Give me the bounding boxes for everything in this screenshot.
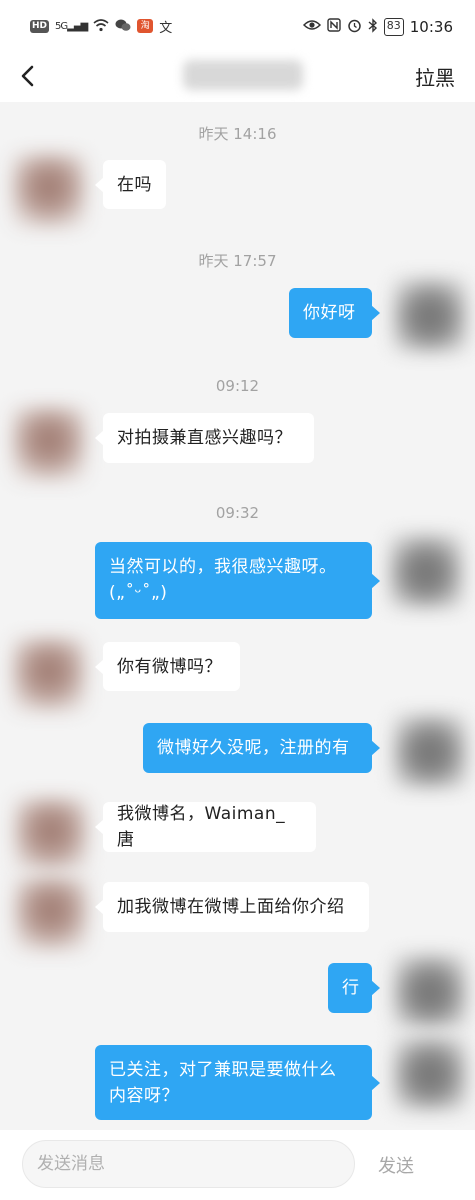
input-bar: 发送 bbox=[0, 1130, 475, 1200]
chevron-left-icon bbox=[21, 65, 34, 87]
incoming-message: 加我微博在微博上面给你介绍 bbox=[95, 882, 369, 932]
my-avatar[interactable] bbox=[393, 1036, 467, 1110]
message-line: 已关注，对了兼职是要做什么 bbox=[109, 1060, 337, 1080]
contact-avatar[interactable] bbox=[12, 638, 86, 712]
outgoing-message: 你好呀 bbox=[289, 288, 380, 338]
clock: 10:36 bbox=[409, 18, 453, 36]
my-avatar[interactable] bbox=[393, 714, 467, 788]
message-input[interactable] bbox=[22, 1140, 355, 1188]
wechat-icon bbox=[115, 18, 131, 35]
contact-name-blurred bbox=[183, 60, 303, 90]
timestamp: 09:12 bbox=[215, 377, 260, 395]
back-button[interactable] bbox=[14, 60, 42, 92]
outgoing-message: 已关注，对了兼职是要做什么 内容呀？ bbox=[95, 1045, 380, 1120]
chat-header: 拉黑 bbox=[0, 52, 475, 102]
message-list[interactable]: 昨天 14:16 在吗 昨天 17:57 你好呀 09:12 对拍摄兼直感兴趣吗… bbox=[0, 102, 475, 1130]
status-bar: HD 5G▂▄▆ 淘 文 83 10:36 bbox=[0, 0, 475, 52]
signal-icon: 5G▂▄▆ bbox=[55, 20, 88, 32]
eye-icon bbox=[302, 18, 321, 36]
outgoing-message: 行 bbox=[328, 963, 380, 1013]
status-right: 83 10:36 bbox=[302, 16, 453, 38]
ime-icon: 文 bbox=[159, 20, 173, 36]
timestamp: 昨天 17:57 bbox=[198, 252, 277, 270]
message-line: („˚ᵕ˚„) bbox=[109, 583, 168, 603]
outgoing-message: 微博好久没呢，注册的有 bbox=[143, 723, 380, 773]
contact-avatar[interactable] bbox=[14, 798, 88, 872]
my-avatar[interactable] bbox=[393, 278, 467, 352]
nfc-icon bbox=[327, 18, 341, 36]
wifi-icon bbox=[93, 18, 109, 35]
block-button[interactable]: 拉黑 bbox=[415, 62, 455, 91]
hd-icon: HD bbox=[30, 19, 50, 33]
battery-icon: 83 bbox=[383, 18, 404, 36]
my-avatar[interactable] bbox=[389, 534, 463, 608]
incoming-message: 对拍摄兼直感兴趣吗？ bbox=[95, 413, 314, 463]
send-button[interactable]: 发送 bbox=[378, 1152, 414, 1178]
contact-avatar[interactable] bbox=[12, 407, 86, 481]
status-left: HD 5G▂▄▆ 淘 文 bbox=[30, 16, 172, 36]
incoming-message: 我微博名，Waiman_唐 bbox=[95, 802, 316, 852]
outgoing-message: 当然可以的，我很感兴趣呀。 („˚ᵕ˚„) bbox=[95, 542, 380, 619]
alarm-icon bbox=[347, 18, 362, 37]
message-line: 内容呀？ bbox=[109, 1086, 179, 1106]
my-avatar[interactable] bbox=[393, 954, 467, 1028]
contact-avatar[interactable] bbox=[14, 877, 88, 951]
incoming-message: 你有微博吗？ bbox=[95, 642, 240, 691]
taobao-app-icon: 淘 bbox=[137, 19, 154, 33]
contact-avatar[interactable] bbox=[12, 154, 86, 228]
timestamp: 昨天 14:16 bbox=[198, 125, 277, 143]
timestamp: 09:32 bbox=[215, 504, 260, 522]
network-type: 5G bbox=[55, 20, 68, 32]
bluetooth-icon bbox=[368, 17, 378, 37]
incoming-message: 在吗 bbox=[95, 160, 166, 209]
message-line: 当然可以的，我很感兴趣呀。 bbox=[109, 557, 337, 577]
